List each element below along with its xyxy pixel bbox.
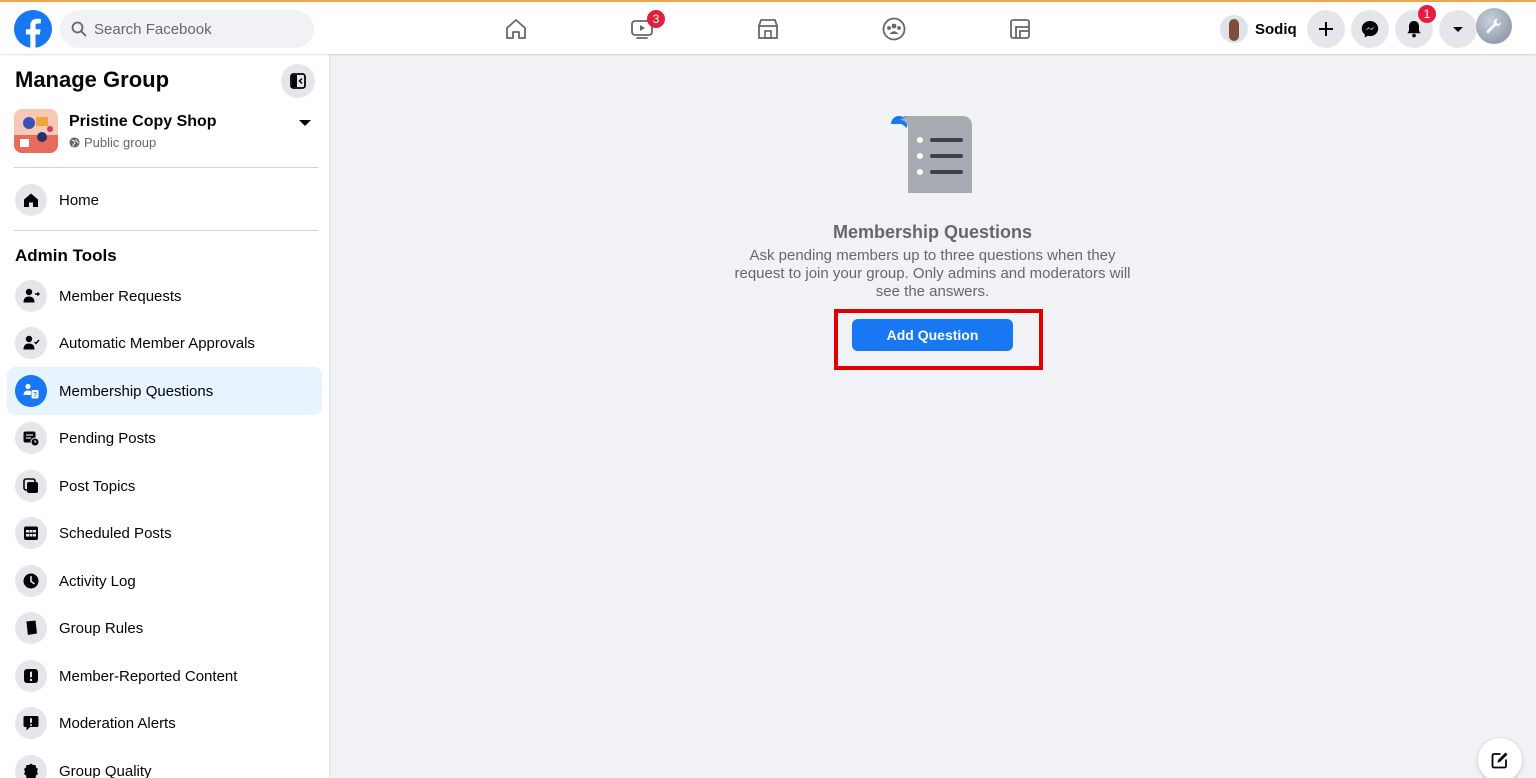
- create-button[interactable]: [1307, 10, 1345, 48]
- group-selector[interactable]: Pristine Copy Shop Public group: [14, 108, 316, 154]
- sidebar-item-home[interactable]: Home: [7, 176, 322, 224]
- new-message-button[interactable]: [1478, 738, 1522, 778]
- member-requests-icon: [15, 280, 47, 312]
- sidebar-item-label: Post Topics: [59, 477, 136, 495]
- globe-icon: [69, 136, 80, 148]
- sidebar-item-label: Membership Questions: [59, 382, 214, 400]
- sidebar-item-automatic-member-approvals[interactable]: Automatic Member Approvals: [7, 319, 322, 367]
- nav-marketplace[interactable]: [713, 8, 823, 50]
- groups-icon: [882, 17, 906, 41]
- auto-approval-icon: [15, 327, 47, 359]
- report-icon: [15, 660, 47, 692]
- nav-gaming[interactable]: [965, 8, 1075, 50]
- marketplace-icon: [758, 19, 778, 39]
- main-content: Membership Questions Ask pending members…: [329, 54, 1536, 778]
- rules-book-icon: [15, 612, 47, 644]
- manage-group-sidebar: Manage Group Pristine Copy Shop Public g…: [0, 54, 329, 778]
- sidebar-item-pending-posts[interactable]: Pending Posts: [7, 414, 322, 462]
- membership-questions-icon: ?: [15, 375, 47, 407]
- scheduled-posts-icon: [15, 517, 47, 549]
- questions-document-icon: [889, 115, 973, 194]
- search-icon: [71, 21, 87, 37]
- empty-state-title: Membership Questions: [832, 222, 1033, 242]
- facebook-logo-icon[interactable]: [14, 10, 52, 48]
- home-filled-icon: [15, 184, 47, 216]
- pending-posts-icon: [15, 422, 47, 454]
- sidebar-toggle-icon: [290, 73, 306, 89]
- divider: [14, 167, 318, 168]
- collapse-sidebar-button[interactable]: [281, 64, 315, 98]
- top-navigation-bar: 3 Sodiq 1: [0, 0, 1536, 54]
- account-menu-button[interactable]: [1439, 10, 1477, 48]
- post-topics-icon: [15, 470, 47, 502]
- sidebar-item-label: Automatic Member Approvals: [59, 334, 255, 352]
- nav-home[interactable]: [461, 8, 571, 50]
- notifications-badge: 1: [1418, 5, 1436, 23]
- sidebar-item-moderation-alerts[interactable]: Moderation Alerts: [7, 699, 322, 747]
- home-icon: [506, 19, 526, 39]
- sidebar-item-membership-questions[interactable]: ? Membership Questions: [7, 367, 322, 415]
- bell-icon: [1407, 21, 1421, 38]
- group-privacy: Public group: [69, 134, 217, 151]
- svg-text:?: ?: [33, 392, 37, 399]
- nav-groups[interactable]: [839, 8, 949, 50]
- add-question-button[interactable]: Add Question: [852, 319, 1013, 351]
- sidebar-item-group-rules[interactable]: Group Rules: [7, 604, 322, 652]
- sidebar-item-member-requests[interactable]: Member Requests: [7, 272, 322, 320]
- sidebar-item-label: Scheduled Posts: [59, 524, 172, 542]
- sidebar-item-label: Activity Log: [59, 572, 136, 590]
- wrench-icon: [1486, 18, 1502, 34]
- sidebar-item-member-reported-content[interactable]: Member-Reported Content: [7, 652, 322, 700]
- admin-tools-heading: Admin Tools: [15, 246, 117, 265]
- divider: [14, 230, 318, 231]
- gaming-icon: [1010, 19, 1030, 39]
- clock-icon: [15, 565, 47, 597]
- caret-down-icon[interactable]: [298, 116, 312, 130]
- sidebar-item-post-topics[interactable]: Post Topics: [7, 462, 322, 510]
- alert-icon: [15, 707, 47, 739]
- notifications-button[interactable]: 1: [1395, 5, 1436, 48]
- avatar: [1220, 15, 1248, 43]
- plus-icon: [1319, 22, 1333, 36]
- sidebar-item-label: Pending Posts: [59, 429, 156, 447]
- profile-name: Sodiq: [1255, 20, 1297, 38]
- sidebar-item-group-quality[interactable]: Group Quality: [7, 747, 322, 778]
- quality-badge-icon: [15, 755, 47, 778]
- sidebar-item-activity-log[interactable]: Activity Log: [7, 557, 322, 605]
- sidebar-item-scheduled-posts[interactable]: Scheduled Posts: [7, 509, 322, 557]
- extension-wrench-button[interactable]: [1476, 8, 1512, 44]
- nav-watch[interactable]: 3: [587, 8, 697, 50]
- search-bar[interactable]: [60, 10, 314, 48]
- sidebar-item-label: Home: [59, 191, 100, 209]
- search-input[interactable]: [94, 20, 294, 38]
- group-cover-thumbnail: [14, 109, 58, 153]
- compose-icon: [1491, 752, 1508, 769]
- group-info: Pristine Copy Shop Public group: [69, 112, 217, 151]
- sidebar-item-label: Moderation Alerts: [59, 714, 176, 732]
- sidebar-item-label: Group Rules: [59, 619, 144, 637]
- watch-badge: 3: [647, 10, 665, 28]
- empty-state-description: Ask pending members up to three question…: [734, 247, 1131, 300]
- messenger-icon: [1361, 21, 1379, 38]
- sidebar-title: Manage Group: [15, 67, 170, 92]
- sidebar-item-label: Member-Reported Content: [59, 667, 238, 685]
- profile-chip[interactable]: Sodiq: [1216, 12, 1303, 46]
- chevron-down-icon: [1453, 27, 1463, 32]
- group-name: Pristine Copy Shop: [69, 112, 217, 130]
- sidebar-item-label: Group Quality: [59, 762, 152, 778]
- messenger-button[interactable]: [1351, 10, 1389, 48]
- sidebar-item-label: Member Requests: [59, 287, 182, 305]
